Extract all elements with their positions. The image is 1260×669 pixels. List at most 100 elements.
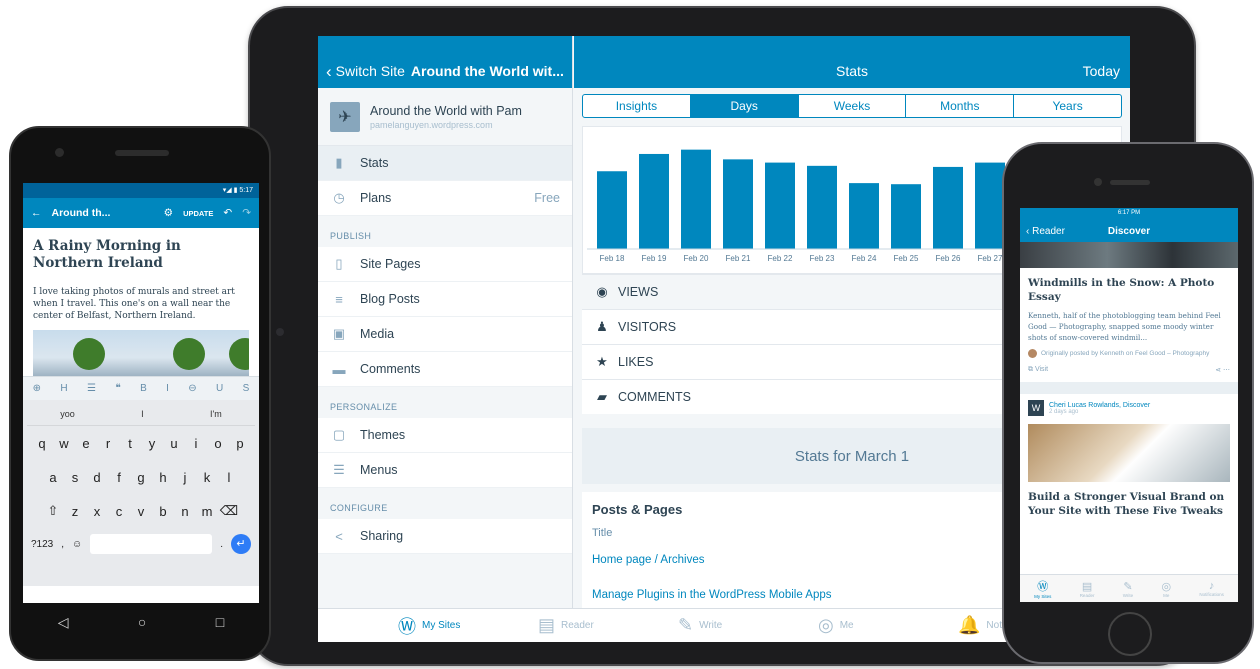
today-button[interactable]: Today bbox=[1083, 63, 1120, 79]
format-button[interactable]: U bbox=[216, 383, 223, 394]
chart-bar[interactable] bbox=[849, 183, 879, 249]
key-w[interactable]: w bbox=[53, 436, 75, 451]
chart-bar[interactable] bbox=[597, 171, 627, 249]
format-button[interactable]: ⊖ bbox=[188, 383, 196, 394]
redo-icon[interactable]: ↷ bbox=[242, 207, 251, 219]
segment-months[interactable]: Months bbox=[906, 95, 1015, 117]
key-z[interactable]: z bbox=[64, 504, 86, 519]
tab-me[interactable]: ◎ Me bbox=[818, 615, 958, 636]
menu-item-site-pages[interactable]: ▯ Site Pages bbox=[318, 247, 572, 282]
key-m[interactable]: m bbox=[196, 504, 218, 519]
key-l[interactable]: l bbox=[218, 470, 240, 485]
menu-item-plans[interactable]: ◷ Plans Free bbox=[318, 181, 572, 216]
menu-item-menus[interactable]: ☰ Menus bbox=[318, 453, 572, 488]
menu-item-media[interactable]: ▣ Media bbox=[318, 317, 572, 352]
post-image[interactable] bbox=[33, 330, 249, 376]
key-b[interactable]: b bbox=[152, 504, 174, 519]
recents-icon[interactable]: □ bbox=[216, 614, 224, 630]
symbols-key[interactable]: ?123 bbox=[31, 539, 53, 550]
suggestion[interactable]: I bbox=[141, 409, 144, 419]
key-v[interactable]: v bbox=[130, 504, 152, 519]
key-o[interactable]: o bbox=[207, 436, 229, 451]
reader-back-button[interactable]: ‹ Reader bbox=[1026, 226, 1065, 237]
chart-bar[interactable] bbox=[975, 162, 1005, 249]
key-y[interactable]: y bbox=[141, 436, 163, 451]
chart-bar[interactable] bbox=[639, 153, 669, 249]
tab-my-sites[interactable]: Ⓦ My Sites bbox=[1034, 578, 1051, 599]
back-arrow-icon[interactable]: ← bbox=[31, 207, 42, 219]
chevron-left-icon[interactable]: ‹ bbox=[326, 63, 332, 80]
key-t[interactable]: t bbox=[119, 436, 141, 451]
home-button[interactable] bbox=[1108, 612, 1152, 656]
post-body-field[interactable]: I love taking photos of murals and stree… bbox=[23, 272, 259, 322]
tab-write[interactable]: ✎ Write bbox=[1123, 580, 1133, 598]
key-g[interactable]: g bbox=[130, 470, 152, 485]
menu-item-stats[interactable]: ▮ Stats bbox=[318, 146, 572, 181]
key-x[interactable]: x bbox=[86, 504, 108, 519]
segment-weeks[interactable]: Weeks bbox=[799, 95, 907, 117]
chart-bar[interactable] bbox=[723, 159, 753, 249]
post-featured-image[interactable] bbox=[1028, 424, 1230, 482]
site-header[interactable]: ✈ Around the World with Pam pamelanguyen… bbox=[318, 88, 572, 146]
format-button[interactable]: I bbox=[166, 383, 169, 394]
segment-years[interactable]: Years bbox=[1014, 95, 1121, 117]
key-i[interactable]: i bbox=[185, 436, 207, 451]
back-icon[interactable]: ◁ bbox=[58, 614, 69, 631]
format-button[interactable]: ❝ bbox=[115, 383, 120, 394]
key-q[interactable]: q bbox=[31, 436, 53, 451]
format-button[interactable]: S bbox=[243, 383, 250, 394]
format-button[interactable]: ⊕ bbox=[33, 383, 41, 394]
home-icon[interactable]: ○ bbox=[138, 614, 146, 630]
suggestion[interactable]: I'm bbox=[210, 409, 222, 419]
comma-key[interactable]: , bbox=[61, 539, 64, 550]
undo-icon[interactable]: ↶ bbox=[223, 207, 232, 219]
enter-key[interactable]: ↵ bbox=[231, 534, 251, 554]
menu-item-blog-posts[interactable]: ≡ Blog Posts bbox=[318, 282, 572, 317]
key-a[interactable]: a bbox=[42, 470, 64, 485]
key-n[interactable]: n bbox=[174, 504, 196, 519]
key-⌫[interactable]: ⌫ bbox=[218, 503, 240, 519]
segment-insights[interactable]: Insights bbox=[583, 95, 691, 117]
key-j[interactable]: j bbox=[174, 470, 196, 485]
visit-button[interactable]: ⧉ Visit bbox=[1028, 366, 1048, 374]
format-button[interactable]: H bbox=[60, 383, 67, 394]
suggestion[interactable]: yoo bbox=[60, 409, 75, 419]
format-button[interactable]: ☰ bbox=[87, 383, 96, 394]
tab-write[interactable]: ✎ Write bbox=[678, 615, 818, 636]
key-s[interactable]: s bbox=[64, 470, 86, 485]
segment-days[interactable]: Days bbox=[690, 95, 799, 117]
update-button[interactable]: UPDATE bbox=[183, 209, 213, 218]
menu-item-themes[interactable]: ▢ Themes bbox=[318, 418, 572, 453]
post-author[interactable]: Cheri Lucas Rowlands, Discover bbox=[1049, 402, 1150, 409]
chart-bar[interactable] bbox=[891, 184, 921, 249]
menu-item-comments[interactable]: ▬ Comments bbox=[318, 352, 572, 387]
chart-bar[interactable] bbox=[681, 149, 711, 249]
chart-bar[interactable] bbox=[933, 166, 963, 249]
tab-reader[interactable]: ▤ Reader bbox=[1080, 580, 1095, 598]
post-title-field[interactable]: A Rainy Morning in Northern Ireland bbox=[23, 228, 259, 272]
emoji-key[interactable]: ☺ bbox=[72, 539, 82, 550]
key-h[interactable]: h bbox=[152, 470, 174, 485]
post-header-image[interactable] bbox=[1020, 242, 1238, 268]
share-more-icon[interactable]: ⋖ ⋯ bbox=[1215, 366, 1230, 374]
tab-my-sites[interactable]: Ⓦ My Sites bbox=[398, 613, 538, 639]
key-c[interactable]: c bbox=[108, 504, 130, 519]
gear-icon[interactable]: ⚙ bbox=[164, 207, 173, 219]
post-title[interactable]: Windmills in the Snow: A Photo Essay bbox=[1020, 268, 1238, 304]
key-e[interactable]: e bbox=[75, 436, 97, 451]
switch-site-button[interactable]: Switch Site bbox=[336, 63, 405, 79]
tab-notifications[interactable]: ♪ Notifications bbox=[1199, 580, 1224, 597]
menu-item-sharing[interactable]: < Sharing bbox=[318, 519, 572, 554]
key-k[interactable]: k bbox=[196, 470, 218, 485]
key-f[interactable]: f bbox=[108, 470, 130, 485]
space-key[interactable] bbox=[90, 534, 213, 554]
post-title[interactable]: Build a Stronger Visual Brand on Your Si… bbox=[1020, 482, 1238, 518]
period-key[interactable]: . bbox=[220, 539, 223, 550]
tab-reader[interactable]: ▤ Reader bbox=[538, 615, 678, 636]
tab-me[interactable]: ◎ Me bbox=[1161, 580, 1171, 598]
key-⇧[interactable]: ⇧ bbox=[42, 503, 64, 519]
key-p[interactable]: p bbox=[229, 436, 251, 451]
format-button[interactable]: B bbox=[140, 383, 147, 394]
key-d[interactable]: d bbox=[86, 470, 108, 485]
chart-bar[interactable] bbox=[807, 165, 837, 249]
